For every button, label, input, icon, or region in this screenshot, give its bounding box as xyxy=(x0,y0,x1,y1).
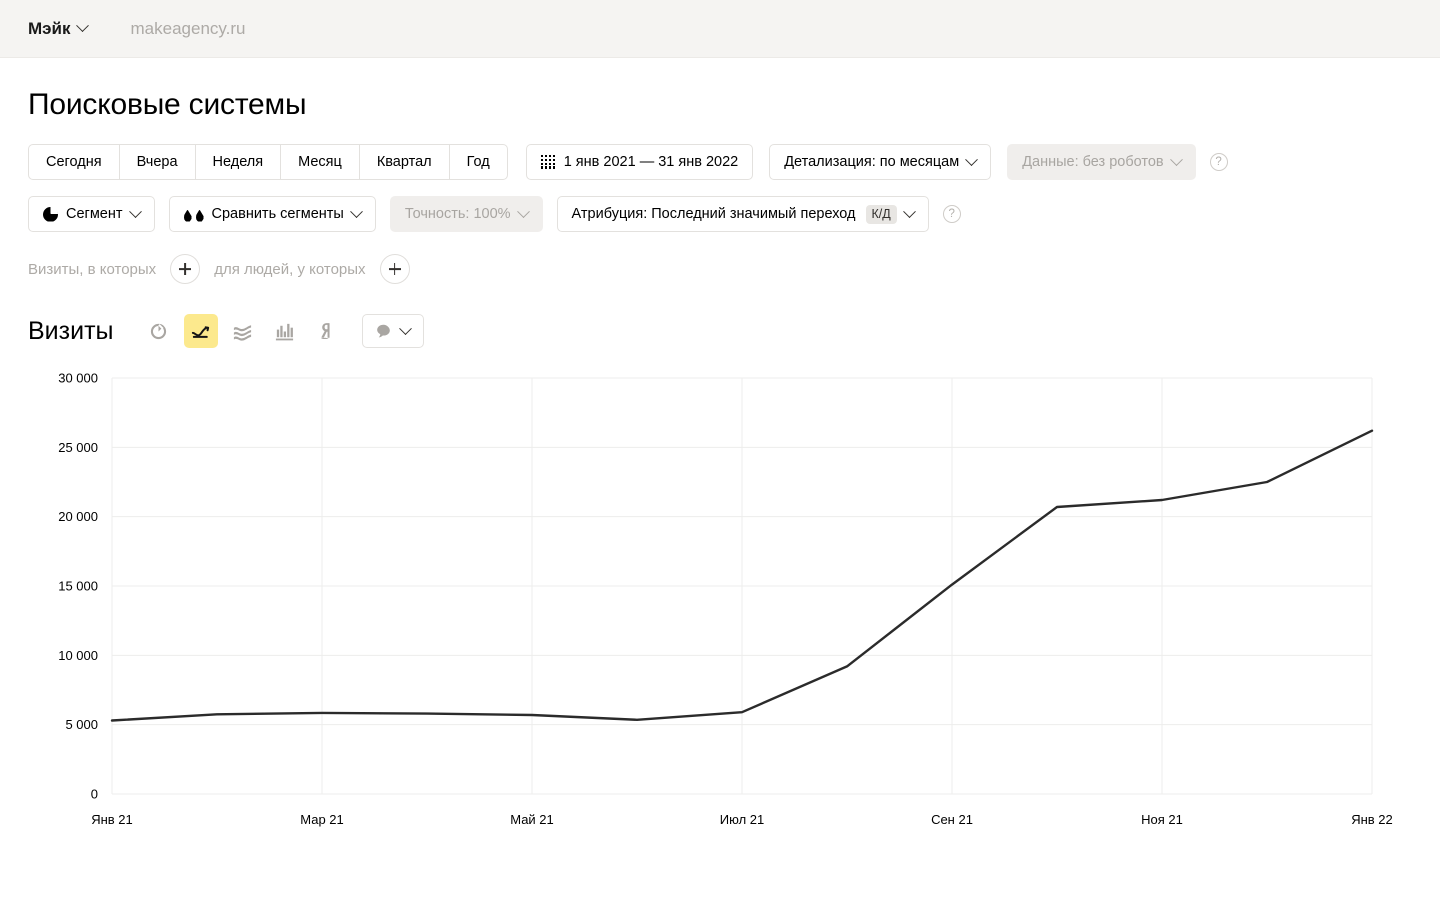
chevron-down-icon xyxy=(516,204,530,218)
accuracy-label: Точность: 100% xyxy=(404,206,511,222)
metric-header-row: Визиты xyxy=(28,314,1412,348)
period-controls-row: Сегодня Вчера Неделя Месяц Квартал Год 1… xyxy=(28,144,1412,180)
detail-level-dropdown[interactable]: Детализация: по месяцам xyxy=(769,144,992,180)
attribution-label: Атрибуция: Последний значимый переход xyxy=(571,206,856,222)
viz-bar-button[interactable] xyxy=(268,314,302,348)
pie-chart-icon xyxy=(43,206,58,222)
y-axis-labels: 0 5 000 10 000 15 000 20 000 25 000 30 000 xyxy=(58,371,98,802)
period-today-button[interactable]: Сегодня xyxy=(28,144,119,180)
detail-level-label: Детализация: по месяцам xyxy=(784,154,960,170)
page-content: Поисковые системы Сегодня Вчера Неделя М… xyxy=(0,88,1440,836)
y-axis-tick-label: 20 000 xyxy=(58,509,98,524)
counter-domain-link[interactable]: makeagency.ru xyxy=(131,19,246,39)
x-axis-tick-label: Май 21 xyxy=(510,812,554,827)
segment-label: Сегмент xyxy=(66,206,123,222)
metric-title: Визиты xyxy=(28,316,114,345)
chart-svg: 0 5 000 10 000 15 000 20 000 25 000 30 000 Янв… xyxy=(58,371,1393,828)
page-title: Поисковые системы xyxy=(28,88,307,121)
date-range-picker[interactable]: 1 янв 2021 — 31 янв 2022 xyxy=(525,144,754,180)
chevron-down-icon xyxy=(75,19,89,33)
calendar-grid-icon xyxy=(540,155,556,169)
period-week-button[interactable]: Неделя xyxy=(194,144,281,180)
date-range-label: 1 янв 2021 — 31 янв 2022 xyxy=(563,154,739,170)
data-source-label: Данные: без роботов xyxy=(1022,154,1164,170)
compare-drops-icon xyxy=(183,207,204,222)
period-quarter-button[interactable]: Квартал xyxy=(358,144,449,180)
chevron-down-icon xyxy=(902,204,916,218)
visits-line-chart: 0 5 000 10 000 15 000 20 000 25 000 30 000 Янв… xyxy=(28,366,1412,836)
comment-bubble-icon xyxy=(377,324,390,337)
y-axis-tick-label: 0 xyxy=(91,787,98,802)
chevron-down-icon xyxy=(349,204,363,218)
add-people-filter-button[interactable] xyxy=(379,254,410,284)
map-pin-icon xyxy=(320,322,330,339)
y-axis-tick-label: 25 000 xyxy=(58,440,98,455)
viz-map-button[interactable] xyxy=(310,314,344,348)
x-axis-tick-label: Июл 21 xyxy=(720,812,764,827)
x-axis-tick-label: Ноя 21 xyxy=(1141,812,1183,827)
filters-row: Визиты, в которых для людей, у которых xyxy=(28,254,1412,284)
area-chart-icon xyxy=(233,324,252,341)
x-axis-labels: Янв 21 Мар 21 Май 21 Июл 21 Сен 21 Ноя 21 Янв … xyxy=(91,812,1393,827)
visits-filter-label: Визиты, в которых xyxy=(28,260,157,278)
accuracy-dropdown[interactable]: Точность: 100% xyxy=(389,196,543,232)
compare-segments-dropdown[interactable]: Сравнить сегменты xyxy=(168,196,376,232)
counter-selector[interactable]: Мэйк xyxy=(28,18,89,39)
period-month-button[interactable]: Месяц xyxy=(280,144,359,180)
chevron-down-icon xyxy=(965,152,979,166)
bar-chart-icon xyxy=(275,323,294,340)
y-axis-tick-label: 10 000 xyxy=(58,648,98,663)
period-yesterday-button[interactable]: Вчера xyxy=(118,144,195,180)
segment-controls-row: Сегмент Сравнить сегменты Точность: 100%… xyxy=(28,196,1412,232)
chevron-down-icon xyxy=(399,321,412,335)
data-source-dropdown[interactable]: Данные: без роботов xyxy=(1007,144,1196,180)
line-chart-icon xyxy=(191,325,210,338)
x-axis-tick-label: Янв 22 xyxy=(1351,812,1393,827)
period-year-button[interactable]: Год xyxy=(448,144,508,180)
attribution-help-icon[interactable]: ? xyxy=(942,205,961,223)
comments-dropdown-button[interactable] xyxy=(361,314,424,348)
people-filter-label: для людей, у которых xyxy=(214,260,366,278)
counter-name-label: Мэйк xyxy=(28,18,71,38)
y-axis-tick-label: 30 000 xyxy=(58,371,98,386)
x-axis-tick-label: Янв 21 xyxy=(91,812,133,827)
chevron-down-icon xyxy=(1169,152,1183,166)
chevron-down-icon xyxy=(128,204,142,218)
y-axis-tick-label: 15 000 xyxy=(58,579,98,594)
period-button-group: Сегодня Вчера Неделя Месяц Квартал Год xyxy=(28,144,508,180)
x-axis-tick-label: Сен 21 xyxy=(931,812,973,827)
x-axis-tick-label: Мар 21 xyxy=(300,812,344,827)
top-bar: Мэйк makeagency.ru xyxy=(0,0,1440,58)
attribution-badge: К/Д xyxy=(865,204,897,224)
viz-line-button[interactable] xyxy=(183,314,218,348)
compare-segments-label: Сравнить сегменты xyxy=(211,206,344,222)
help-icon[interactable]: ? xyxy=(1209,153,1228,171)
y-axis-tick-label: 5 000 xyxy=(65,717,98,732)
viz-pie-button[interactable] xyxy=(142,314,176,348)
pie-chart-icon xyxy=(150,323,167,339)
viz-area-button[interactable] xyxy=(226,314,260,348)
segment-dropdown[interactable]: Сегмент xyxy=(28,196,155,232)
attribution-dropdown[interactable]: Атрибуция: Последний значимый переход К/… xyxy=(556,196,929,232)
add-visit-filter-button[interactable] xyxy=(170,254,201,284)
